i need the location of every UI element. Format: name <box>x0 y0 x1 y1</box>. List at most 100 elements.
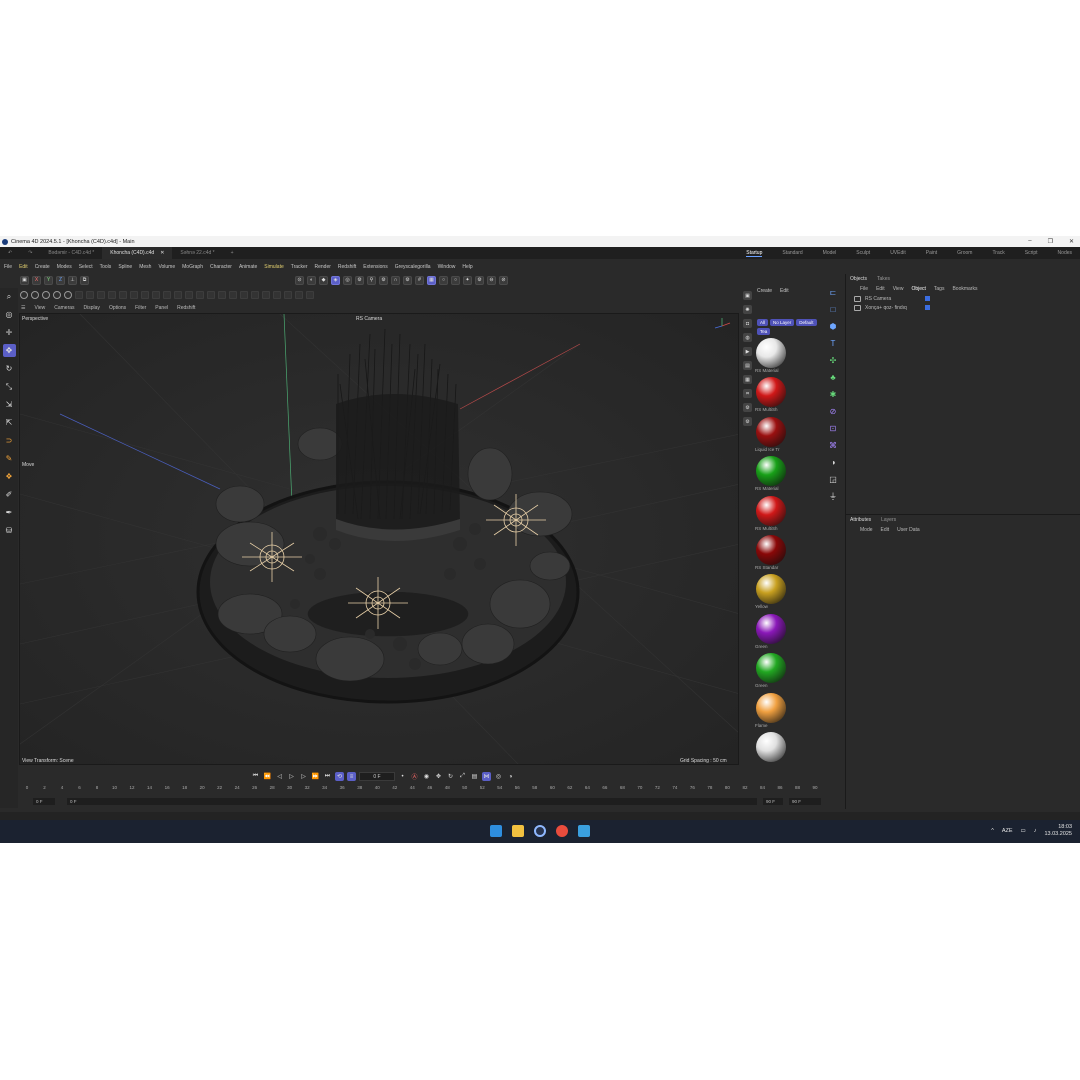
render-view-icon[interactable]: ▣ <box>743 291 752 300</box>
dim-tool-21[interactable] <box>295 290 303 299</box>
record-icon-2[interactable] <box>31 290 39 299</box>
rotate-tool-icon[interactable]: ↻ <box>3 362 16 375</box>
render-settings-icon[interactable]: ⚙ <box>475 275 484 285</box>
layout-model[interactable]: Model <box>823 250 837 256</box>
field-icon[interactable]: ⊡ <box>827 422 840 435</box>
tab-close-icon[interactable]: ✕ <box>160 250 164 256</box>
chrome-icon[interactable] <box>556 825 568 837</box>
material-item[interactable]: RS Standar <box>755 535 789 570</box>
material-item[interactable]: Flame <box>755 692 789 728</box>
material-item[interactable]: RS MultiSh <box>755 495 789 531</box>
dim-tool-17[interactable] <box>251 290 259 299</box>
menu-create[interactable]: Create <box>35 264 50 270</box>
language-indicator[interactable]: AZE <box>1002 828 1013 834</box>
record-icon-1[interactable] <box>20 290 28 299</box>
start-frame-field[interactable]: 0 F <box>33 797 55 805</box>
points-mode-icon[interactable]: ⊙ <box>295 275 304 285</box>
knife-tool-icon[interactable]: ✎ <box>3 452 16 465</box>
menu-greyscalegorilla[interactable]: Greyscalegorilla <box>395 264 431 270</box>
attribute-menu-user-data[interactable]: User Data <box>897 527 920 533</box>
material-item[interactable]: Green <box>755 613 789 649</box>
object-menu-file[interactable]: File <box>860 286 868 292</box>
magnet-tool-icon[interactable]: ⊃ <box>3 434 16 447</box>
menu-modes[interactable]: Modes <box>57 264 72 270</box>
dim-tool-13[interactable] <box>207 290 215 299</box>
layout-groom[interactable]: Groom <box>957 250 972 256</box>
menu-mesh[interactable]: Mesh <box>139 264 151 270</box>
dim-tool-1[interactable] <box>75 290 83 299</box>
dim-tool-11[interactable] <box>185 290 193 299</box>
search-icon[interactable]: ⌕ <box>3 290 16 303</box>
close-button[interactable]: ✕ <box>1069 238 1074 245</box>
light-icon[interactable]: ◑ <box>827 456 840 469</box>
play-icon[interactable]: ▷ <box>287 772 296 781</box>
layout-standard[interactable]: Standard <box>782 250 802 256</box>
settings-icon[interactable]: ⚙ <box>403 275 412 285</box>
visibility-flag[interactable] <box>925 296 930 301</box>
scale-key-icon[interactable]: ⤢ <box>458 772 467 781</box>
record-icon-4[interactable] <box>53 290 61 299</box>
coordinate-system-icon[interactable]: ⊥ <box>68 275 77 285</box>
object-menu-bookmarks[interactable]: Bookmarks <box>952 286 977 292</box>
motion-icon[interactable]: ◑ <box>506 772 515 781</box>
menu-volume[interactable]: Volume <box>158 264 175 270</box>
attribute-menu-edit[interactable]: Edit <box>881 527 890 533</box>
chevron-up-icon[interactable]: ^ <box>991 828 994 834</box>
loop-icon[interactable]: ⟲ <box>335 772 344 781</box>
camera-name[interactable]: RS Camera <box>356 316 382 322</box>
menu-character[interactable]: Character <box>210 264 232 270</box>
dim-tool-10[interactable] <box>174 290 182 299</box>
dim-tool-8[interactable] <box>152 290 160 299</box>
dim-tool-15[interactable] <box>229 290 237 299</box>
tab-layers[interactable]: Layers <box>881 517 896 523</box>
camera-object-icon[interactable]: ◲ <box>827 473 840 486</box>
extrude-tool-icon[interactable]: ❖ <box>3 470 16 483</box>
dim-tool-4[interactable] <box>108 290 116 299</box>
filter-all[interactable]: All <box>757 319 769 326</box>
attribute-menu-mode[interactable]: Mode <box>860 527 873 533</box>
layout-paint[interactable]: Paint <box>926 250 937 256</box>
filter-tea[interactable]: Tea <box>757 328 771 335</box>
menu-edit[interactable]: Edit <box>19 264 28 270</box>
frame-ruler[interactable]: 0 2 4 6 8 10 12 14 16 18 20 22 24 26 28 30 32 34 36 38 40 42 4… <box>26 785 819 795</box>
transform-icon[interactable]: ⇲ <box>3 398 16 411</box>
viewport-menu-redshift[interactable]: Redshift <box>177 305 195 311</box>
menu-select[interactable]: Select <box>79 264 93 270</box>
axis-x-button[interactable]: X <box>32 275 41 285</box>
tab-document-2[interactable]: Khoncha (C4D).c4d ✕ <box>102 247 173 259</box>
volume-icon[interactable]: ♪ <box>1034 828 1037 834</box>
viewport-perspective[interactable]: Perspective RS Camera Move View Transfor… <box>19 313 739 765</box>
material-item[interactable]: Green <box>755 653 789 688</box>
object-menu-view[interactable]: View <box>893 286 904 292</box>
edges-mode-icon[interactable]: ◐ <box>307 275 316 285</box>
dim-tool-22[interactable] <box>306 290 314 299</box>
object-menu-object[interactable]: Object <box>911 286 925 292</box>
add-tab-button[interactable]: + <box>223 247 242 259</box>
grid-icon[interactable]: # <box>415 275 424 285</box>
play-icon[interactable]: ▶ <box>743 347 752 356</box>
windows-start-icon[interactable] <box>490 825 502 837</box>
paint-bucket-icon[interactable]: ⛁ <box>3 524 16 537</box>
network-icon[interactable]: ▭ <box>1021 828 1026 834</box>
shader-icon[interactable]: ◍ <box>743 333 752 342</box>
visibility-flag[interactable] <box>925 305 930 310</box>
material-item[interactable]: Liquid Ice Tr <box>755 416 789 452</box>
app-icon[interactable] <box>578 825 590 837</box>
brush-icon[interactable]: ✐ <box>3 488 16 501</box>
tab-attributes[interactable]: Attributes <box>850 517 871 523</box>
live-selection-icon[interactable]: ◎ <box>3 308 16 321</box>
viewport-menu-filter[interactable]: Filter <box>135 305 146 311</box>
end-frame-field[interactable]: 90 F <box>789 797 821 805</box>
hamburger-icon[interactable]: ☰ <box>21 305 25 311</box>
viewport-menu-panel[interactable]: Panel <box>155 305 168 311</box>
gear-icon[interactable]: ⚙ <box>355 275 364 285</box>
dim-icon-2[interactable]: ○ <box>451 275 460 285</box>
align-icon[interactable]: ⇱ <box>3 416 16 429</box>
layout-startup[interactable]: Startup <box>746 250 763 257</box>
camera-icon[interactable]: ◘ <box>743 319 752 328</box>
texture-icon[interactable]: ▦ <box>743 375 752 384</box>
pen-icon[interactable]: ✒ <box>3 506 16 519</box>
object-menu-edit[interactable]: Edit <box>876 286 885 292</box>
viewport-menu-cameras[interactable]: Cameras <box>54 305 74 311</box>
dim-tool-5[interactable] <box>119 290 127 299</box>
